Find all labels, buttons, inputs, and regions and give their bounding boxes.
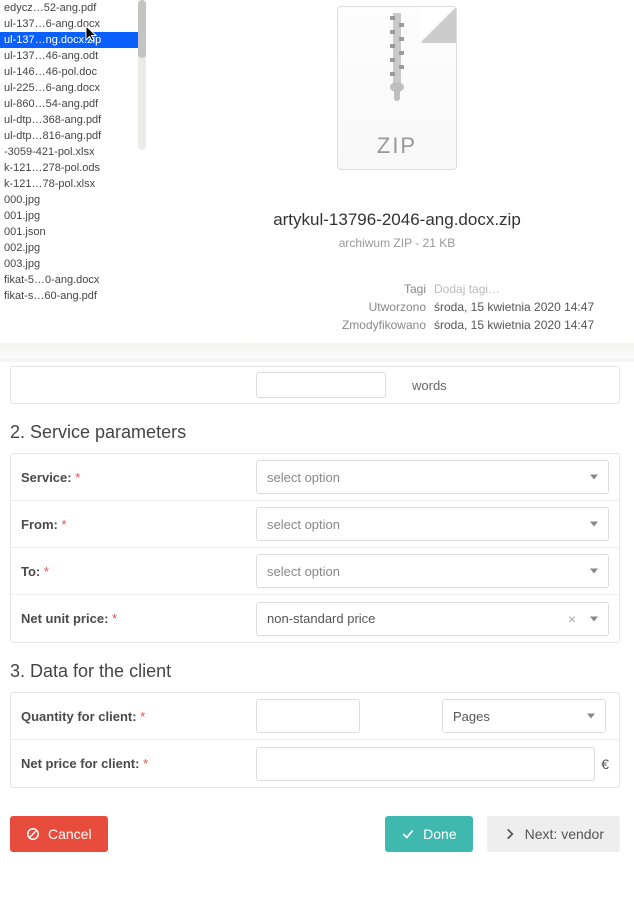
file-item[interactable]: 003.jpg bbox=[0, 256, 138, 272]
check-icon bbox=[401, 827, 415, 841]
row-from: From: * select option bbox=[11, 501, 619, 548]
words-input[interactable] bbox=[256, 372, 386, 398]
to-label: To: bbox=[21, 564, 40, 579]
chevron-down-icon bbox=[590, 522, 598, 527]
cancel-button[interactable]: Cancel bbox=[10, 816, 108, 852]
chevron-down-icon bbox=[590, 616, 598, 621]
meta-value[interactable]: Dodaj tagi… bbox=[434, 282, 614, 296]
chevron-down-icon bbox=[590, 475, 598, 480]
service-select-placeholder: select option bbox=[267, 470, 340, 485]
chevron-down-icon bbox=[587, 714, 595, 719]
file-list[interactable]: edycz…52-ang.pdful-137…6-ang.docxul-137…… bbox=[0, 0, 138, 343]
to-select-placeholder: select option bbox=[267, 564, 340, 579]
meta-label: Zmodyfikowano bbox=[342, 318, 426, 332]
chevron-down-icon bbox=[590, 569, 598, 574]
meta-value: środa, 15 kwietnia 2020 14:47 bbox=[434, 300, 614, 314]
section3-box: Quantity for client: * Pages Net price f… bbox=[10, 692, 620, 788]
quantity-client-input[interactable] bbox=[256, 699, 360, 733]
next-button-label: Next: vendor bbox=[525, 826, 604, 842]
file-item[interactable]: ul-146…46-pol.doc bbox=[0, 64, 138, 80]
chevron-right-icon bbox=[503, 827, 517, 841]
file-item[interactable]: ul-dtp…816-ang.pdf bbox=[0, 128, 138, 144]
preview-meta-row: Tagi Dodaj tagi… bbox=[160, 280, 614, 298]
file-item[interactable]: 000.jpg bbox=[0, 192, 138, 208]
preview-subtitle: archiwum ZIP - 21 KB bbox=[160, 236, 634, 250]
file-item[interactable]: ul-137…6-ang.docx bbox=[0, 16, 138, 32]
file-item[interactable]: ul-137…ng.docx.zip bbox=[0, 32, 138, 48]
preview-meta-row: Zmodyfikowano środa, 15 kwietnia 2020 14:… bbox=[160, 316, 614, 334]
net-price-client-label: Net price for client: bbox=[21, 756, 139, 771]
file-item[interactable]: k-121…278-pol.ods bbox=[0, 160, 138, 176]
file-item[interactable]: 001.json bbox=[0, 224, 138, 240]
file-item[interactable]: ul-dtp…368-ang.pdf bbox=[0, 112, 138, 128]
done-button-label: Done bbox=[423, 826, 456, 842]
net-unit-price-select[interactable]: non-standard price × bbox=[256, 602, 609, 636]
quantity-client-label: Quantity for client: bbox=[21, 709, 137, 724]
service-label: Service: bbox=[21, 470, 72, 485]
file-item[interactable]: 002.jpg bbox=[0, 240, 138, 256]
row-service: Service: * select option bbox=[11, 454, 619, 501]
next-vendor-button[interactable]: Next: vendor bbox=[487, 816, 620, 852]
words-unit-label: words bbox=[386, 378, 473, 393]
net-unit-price-value: non-standard price bbox=[267, 611, 375, 626]
file-preview-pane: ZIP artykul-13796-2046-ang.docx.zip arch… bbox=[160, 0, 634, 343]
row-to: To: * select option bbox=[11, 548, 619, 595]
order-form-pane: words 2. Service parameters Service: * s… bbox=[0, 362, 634, 918]
file-item[interactable]: k-121…78-pol.xlsx bbox=[0, 176, 138, 192]
quantity-unit-value: Pages bbox=[453, 709, 490, 724]
zip-icon-label: ZIP bbox=[338, 133, 456, 159]
button-bar: Cancel Done Next: vendor bbox=[10, 816, 620, 852]
file-item[interactable]: edycz…52-ang.pdf bbox=[0, 0, 138, 16]
preview-filename: artykul-13796-2046-ang.docx.zip bbox=[160, 210, 634, 230]
from-select[interactable]: select option bbox=[256, 507, 609, 541]
currency-label: € bbox=[601, 756, 609, 772]
file-item[interactable]: -3059-421-pol.xlsx bbox=[0, 144, 138, 160]
file-item[interactable]: ul-860…54-ang.pdf bbox=[0, 96, 138, 112]
net-unit-price-label: Net unit price: bbox=[21, 611, 108, 626]
from-select-placeholder: select option bbox=[267, 517, 340, 532]
meta-label: Tagi bbox=[404, 282, 426, 296]
preview-meta-row: Utworzono środa, 15 kwietnia 2020 14:47 bbox=[160, 298, 614, 316]
pane-divider-shadow bbox=[0, 343, 634, 361]
preview-meta-table: Tagi Dodaj tagi… Utworzono środa, 15 kwietn… bbox=[160, 280, 614, 334]
file-item[interactable]: ul-137…46-ang.odt bbox=[0, 48, 138, 64]
zip-file-icon: ZIP bbox=[337, 6, 457, 170]
meta-label: Utworzono bbox=[369, 300, 426, 314]
row-net-unit-price: Net unit price: * non-standard price × bbox=[11, 595, 619, 642]
file-item[interactable]: ul-225…6-ang.docx bbox=[0, 80, 138, 96]
service-select[interactable]: select option bbox=[256, 460, 609, 494]
section2-title: 2. Service parameters bbox=[10, 422, 624, 443]
file-item[interactable]: fikat-5…0-ang.docx bbox=[0, 272, 138, 288]
section3-title: 3. Data for the client bbox=[10, 661, 624, 682]
file-item[interactable]: 001.jpg bbox=[0, 208, 138, 224]
file-item[interactable]: fikat-s…60-ang.pdf bbox=[0, 288, 138, 304]
row-quantity-client: Quantity for client: * Pages bbox=[11, 693, 619, 740]
to-select[interactable]: select option bbox=[256, 554, 609, 588]
section1-tail: words bbox=[10, 366, 620, 404]
file-list-scrollbar-thumb[interactable] bbox=[138, 0, 146, 58]
meta-value: środa, 15 kwietnia 2020 14:47 bbox=[434, 318, 614, 332]
cancel-button-label: Cancel bbox=[48, 826, 92, 842]
prohibit-icon bbox=[26, 827, 40, 841]
section2-box: Service: * select option From: * select … bbox=[10, 453, 620, 643]
net-price-client-input[interactable] bbox=[256, 747, 595, 781]
done-button[interactable]: Done bbox=[385, 816, 472, 852]
file-picker-pane: edycz…52-ang.pdful-137…6-ang.docxul-137…… bbox=[0, 0, 634, 358]
quantity-unit-select[interactable]: Pages bbox=[442, 699, 606, 733]
clear-icon[interactable]: × bbox=[568, 611, 576, 627]
from-label: From: bbox=[21, 517, 58, 532]
row-net-price-client: Net price for client: * € bbox=[11, 740, 619, 787]
